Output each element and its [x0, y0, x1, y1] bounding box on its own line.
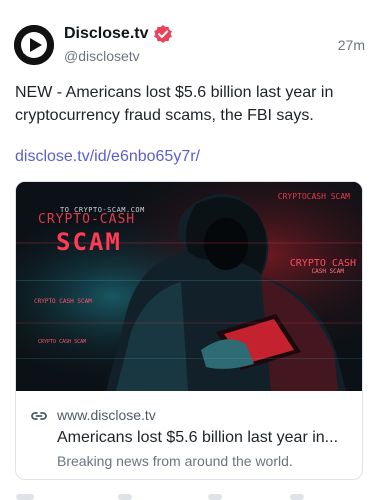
image-text-scam: SCAM	[56, 228, 122, 256]
avatar[interactable]	[14, 25, 54, 65]
card-image[interactable]: TO CRYPTO-SCAM.COM CRYPTO-CASH SCAM CRYP…	[16, 182, 362, 391]
play-logo-icon	[14, 25, 54, 65]
author-name[interactable]: Disclose.tv	[64, 24, 173, 44]
card-domain: www.disclose.tv	[57, 407, 156, 423]
image-text-left1: CRYPTO CASH SCAM	[34, 298, 92, 305]
image-text-right3: CASH SCAM	[311, 268, 344, 275]
image-text-left2: CRYPTO CASH SCAM	[38, 339, 87, 345]
post-time[interactable]: 27m	[338, 37, 365, 53]
post[interactable]: Disclose.tv @disclosetv 27m NEW - Americ…	[0, 0, 379, 500]
author-handle[interactable]: @disclosetv	[64, 48, 140, 64]
image-text-right1: CRYPTOCASH SCAM	[277, 192, 350, 201]
link-preview-card[interactable]: TO CRYPTO-SCAM.COM CRYPTO-CASH SCAM CRYP…	[15, 181, 363, 480]
author-name-label: Disclose.tv	[64, 25, 149, 42]
post-link[interactable]: disclose.tv/id/e6nbo65y7r/	[15, 148, 200, 166]
verified-badge-icon	[154, 25, 173, 43]
card-title: Americans lost $5.6 billion last year in…	[57, 429, 339, 446]
card-description: Breaking news from around the world.	[57, 453, 293, 469]
link-icon	[31, 412, 47, 420]
action-bar-partial	[0, 492, 379, 500]
image-text-crypto: CRYPTO-CASH	[38, 212, 136, 227]
card-meta[interactable]: www.disclose.tv Americans lost $5.6 bill…	[16, 391, 362, 479]
post-text: NEW - Americans lost $5.6 billion last y…	[15, 84, 334, 124]
